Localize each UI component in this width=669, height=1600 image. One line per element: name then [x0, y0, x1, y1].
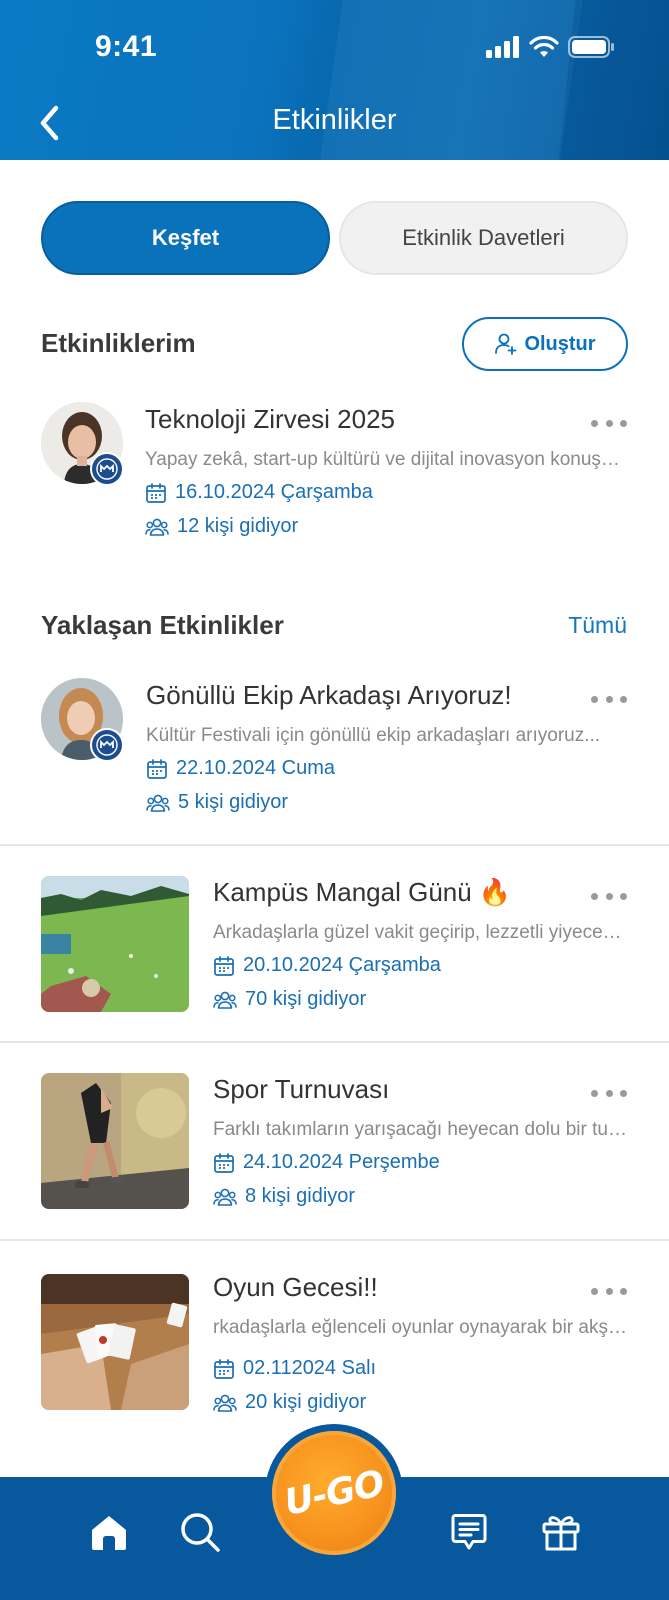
- more-options-button[interactable]: [591, 1284, 627, 1298]
- calendar-icon: [146, 482, 166, 503]
- more-options-button[interactable]: [591, 889, 627, 903]
- event-title: Oyun Gecesi!!: [213, 1272, 378, 1302]
- cellular-signal-icon: [486, 36, 519, 58]
- event-date: 02.112024 Salı: [213, 1357, 376, 1380]
- divider: [0, 844, 669, 846]
- create-button-label: Oluştur: [524, 332, 596, 355]
- tab-kesfet[interactable]: Keşfet: [41, 201, 330, 275]
- people-icon: [145, 518, 169, 536]
- event-attendees: 5 kişi gidiyor: [146, 791, 288, 814]
- chat-icon: [451, 1514, 487, 1550]
- event-title: Spor Turnuvası: [213, 1074, 390, 1104]
- event-attendees-text: 8 kişi gidiyor: [245, 1185, 356, 1207]
- home-icon: [92, 1516, 126, 1550]
- event-title: Teknoloji Zirvesi 2025: [145, 404, 396, 434]
- create-event-button[interactable]: Oluştur: [462, 317, 628, 371]
- divider: [0, 1239, 669, 1241]
- event-date-text: 24.10.2024 Perşembe: [243, 1151, 440, 1173]
- page-title: Etkinlikler: [272, 104, 397, 136]
- more-options-button[interactable]: [591, 692, 627, 706]
- people-icon: [213, 1394, 237, 1412]
- app-header: 9:41 Etkinlikler: [0, 0, 669, 160]
- nav-gifts-button[interactable]: [536, 1507, 586, 1557]
- ugo-logo: U-GO: [280, 1462, 388, 1524]
- more-options-button[interactable]: [591, 416, 627, 430]
- event-date-text: 02.112024 Salı: [243, 1357, 377, 1379]
- event-attendees-text: 12 kişi gidiyor: [177, 515, 299, 537]
- event-description: rkadaşlarla eğlenceli oyunlar oynayarak …: [213, 1317, 628, 1338]
- divider: [0, 1041, 669, 1043]
- event-date: 16.10.2024 Çarşamba: [145, 481, 373, 504]
- event-image: [41, 1073, 189, 1209]
- event-title: Kampüs Mangal Günü 🔥: [213, 877, 512, 907]
- nav-messages-button[interactable]: [444, 1507, 494, 1557]
- people-icon: [146, 794, 170, 812]
- event-date-text: 20.10.2024 Çarşamba: [243, 954, 441, 976]
- section-title-my-events: Etkinliklerim: [41, 328, 196, 358]
- calendar-icon: [147, 758, 167, 779]
- nav-search-button[interactable]: [175, 1507, 225, 1557]
- calendar-icon: [214, 1152, 234, 1173]
- section-title-upcoming: Yaklaşan Etkinlikler: [41, 610, 284, 640]
- more-options-button[interactable]: [591, 1086, 627, 1100]
- university-logo-badge: [90, 728, 124, 762]
- tab-etkinlik-davetleri[interactable]: Etkinlik Davetleri: [339, 201, 628, 275]
- status-icons: [486, 36, 614, 58]
- event-description: Arkadaşlarla güzel vakit geçirip, lezzet…: [213, 922, 628, 943]
- event-attendees: 20 kişi gidiyor: [213, 1391, 366, 1414]
- event-date-text: 22.10.2024 Cuma: [176, 757, 336, 779]
- search-icon: [181, 1513, 220, 1552]
- status-time: 9:41: [95, 30, 158, 63]
- people-icon: [213, 991, 237, 1009]
- event-attendees: 8 kişi gidiyor: [213, 1185, 355, 1208]
- calendar-icon: [214, 1358, 234, 1379]
- event-attendees-text: 20 kişi gidiyor: [245, 1391, 367, 1413]
- people-icon: [213, 1188, 237, 1206]
- wifi-icon: [529, 36, 559, 57]
- calendar-icon: [214, 955, 234, 976]
- event-image: [41, 1274, 189, 1410]
- event-attendees-text: 70 kişi gidiyor: [245, 988, 367, 1010]
- event-description: Farklı takımların yarışacağı heyecan dol…: [213, 1119, 628, 1140]
- event-date-text: 16.10.2024 Çarşamba: [175, 481, 373, 503]
- event-attendees-text: 5 kişi gidiyor: [178, 791, 289, 813]
- event-image: [41, 876, 189, 1012]
- event-title: Gönüllü Ekip Arkadaşı Arıyoruz!: [146, 680, 512, 710]
- ugo-center-button[interactable]: U-GO: [272, 1431, 396, 1555]
- event-date: 22.10.2024 Cuma: [146, 757, 335, 780]
- university-logo-badge: [90, 452, 124, 486]
- event-attendees: 70 kişi gidiyor: [213, 988, 366, 1011]
- see-all-link[interactable]: Tümü: [568, 612, 627, 639]
- event-description: Yapay zekâ, start-up kültürü ve dijital …: [145, 449, 627, 470]
- event-attendees: 12 kişi gidiyor: [145, 515, 298, 538]
- nav-home-button[interactable]: [84, 1507, 134, 1557]
- gift-icon: [542, 1516, 580, 1551]
- battery-icon: [568, 36, 614, 58]
- event-date: 20.10.2024 Çarşamba: [213, 954, 441, 977]
- event-date: 24.10.2024 Perşembe: [213, 1151, 440, 1174]
- add-user-icon: [495, 333, 517, 355]
- event-description: Kültür Festivali için gönüllü ekip arkad…: [146, 725, 601, 746]
